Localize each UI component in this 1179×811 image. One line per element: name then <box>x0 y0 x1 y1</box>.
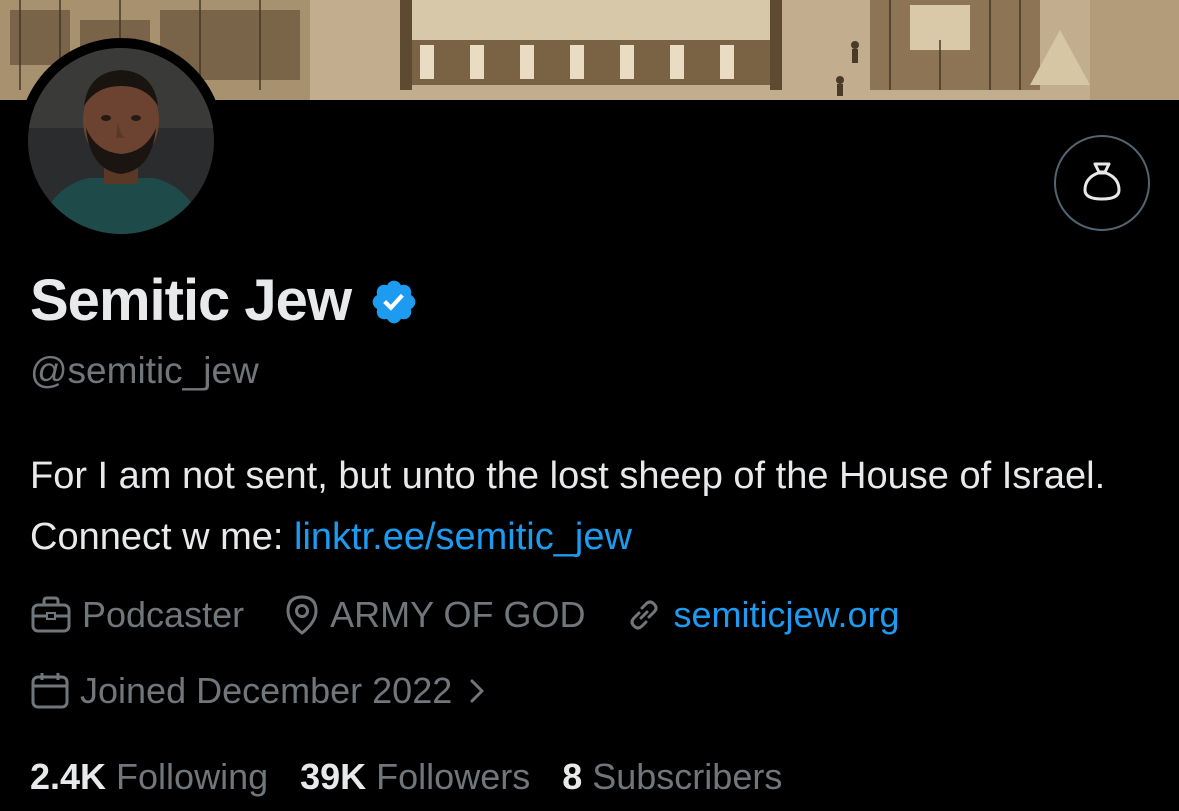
profile-stats: 2.4K Following 39K Followers 8 Subscribe… <box>30 752 814 802</box>
profile-meta-row: Podcaster ARMY OF GOD semiticjew.org <box>30 590 940 640</box>
following-count: 2.4K <box>30 756 107 797</box>
joined-item[interactable]: Joined December 2022 <box>30 670 486 712</box>
category-label: Podcaster <box>82 594 245 635</box>
subscribers-stat[interactable]: 8 Subscribers <box>562 756 782 798</box>
website-link[interactable]: semiticjew.org <box>673 594 899 636</box>
name-row: Semitic Jew <box>30 262 419 338</box>
bio-link[interactable]: linktr.ee/semitic_jew <box>294 516 632 558</box>
following-label: Following <box>116 756 269 797</box>
followers-stat[interactable]: 39K Followers <box>300 756 530 798</box>
subscribers-label: Subscribers <box>592 756 783 797</box>
category-item: Podcaster <box>30 594 244 636</box>
location-label: ARMY OF GOD <box>330 594 586 635</box>
display-name: Semitic Jew <box>30 267 352 333</box>
following-stat[interactable]: 2.4K Following <box>30 756 268 798</box>
calendar-icon <box>30 671 70 711</box>
chevron-right-icon <box>468 677 486 705</box>
briefcase-icon <box>30 595 72 635</box>
joined-label: Joined December 2022 <box>80 670 453 711</box>
subscribe-button[interactable] <box>1054 135 1150 231</box>
website-item[interactable]: semiticjew.org <box>625 594 900 636</box>
profile-bio: For I am not sent, but unto the lost she… <box>30 446 1150 568</box>
verified-badge-icon[interactable] <box>369 277 419 327</box>
location-pin-icon <box>284 594 320 636</box>
money-bag-icon <box>1082 160 1122 207</box>
followers-label: Followers <box>376 756 531 797</box>
joined-row[interactable]: Joined December 2022 <box>30 666 486 716</box>
subscribers-count: 8 <box>562 756 583 797</box>
location-item: ARMY OF GOD <box>284 594 585 636</box>
followers-count: 39K <box>300 756 367 797</box>
profile-avatar[interactable] <box>18 38 224 244</box>
profile-handle: @semitic_jew <box>30 350 259 391</box>
link-icon <box>625 596 663 634</box>
avatar-photo <box>28 48 214 234</box>
